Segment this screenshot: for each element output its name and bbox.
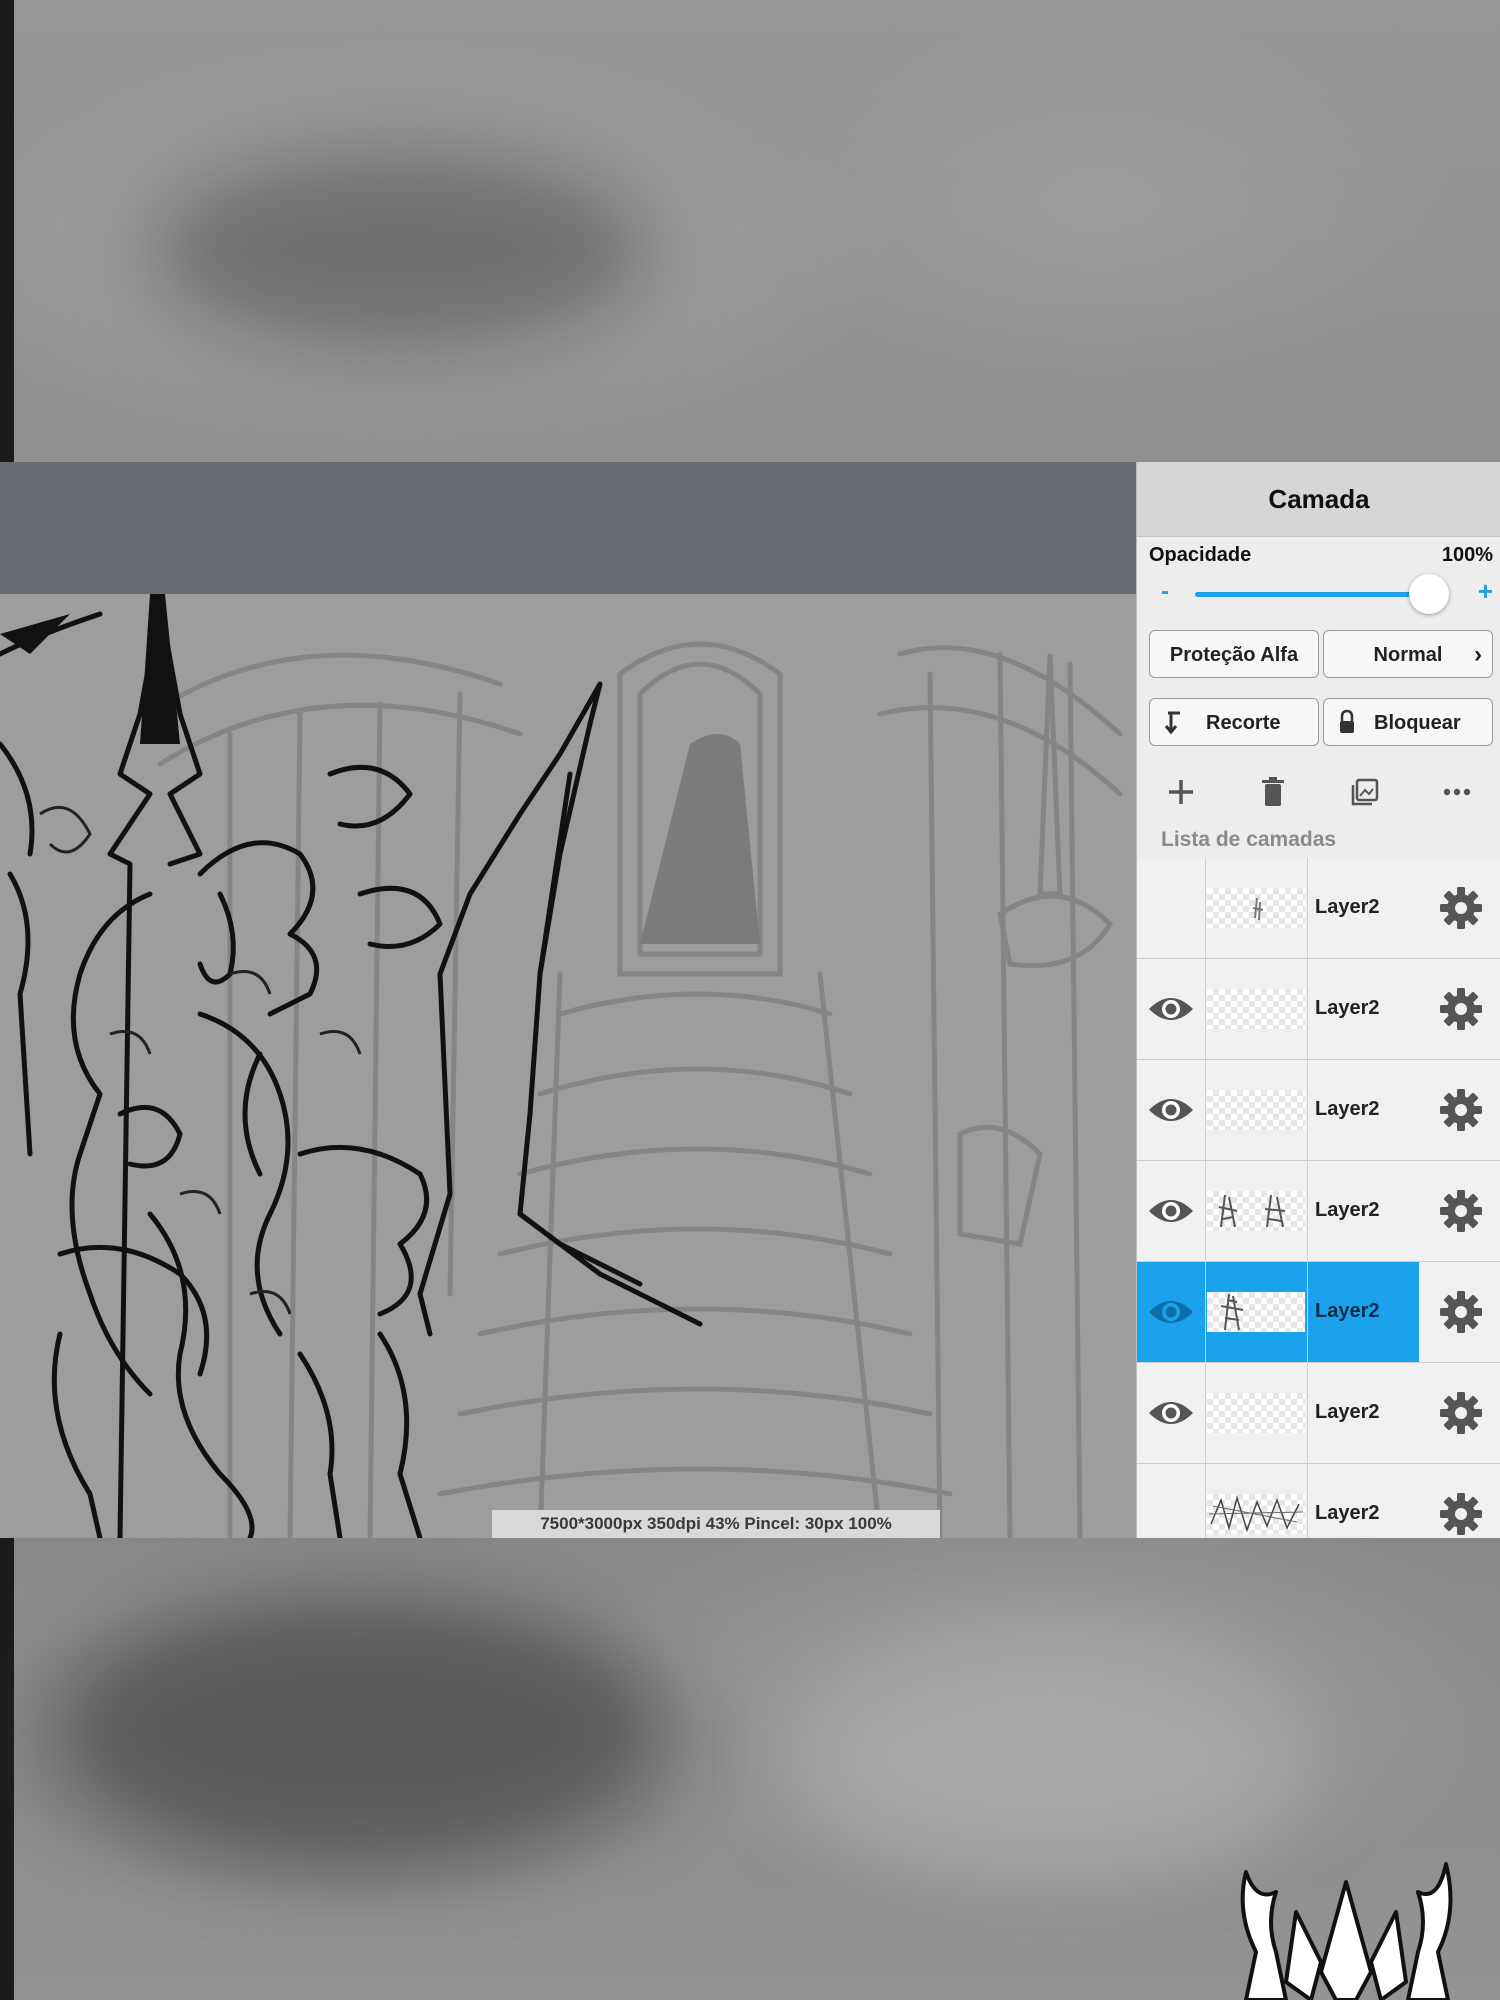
layer-thumbnail [1207,1292,1305,1332]
lock-label: Bloquear [1374,712,1461,734]
gear-icon[interactable] [1439,1088,1483,1132]
opacity-row: Opacidade 100% [1149,544,1493,570]
watermark-logo [1240,1862,1453,2000]
gear-icon[interactable] [1439,987,1483,1031]
gear-icon[interactable] [1439,1391,1483,1435]
layer-name: Layer2 [1315,997,1380,1019]
layer-row[interactable]: Layer2 [1137,1464,1500,1538]
layer-row[interactable]: Layer2 [1137,959,1500,1060]
layer-thumbnail-cell [1205,1161,1308,1261]
alpha-protect-button[interactable]: Proteção Alfa [1149,630,1319,678]
visibility-toggle[interactable] [1137,1464,1206,1538]
opacity-label: Opacidade [1149,544,1252,566]
opacity-decrease-button[interactable]: - [1161,578,1169,606]
blend-mode-button[interactable]: Normal › [1323,630,1493,678]
blur-blob [150,150,650,350]
lock-icon [1338,699,1356,765]
layer-list-title: Lista de camadas [1161,828,1337,851]
layer-thumbnail-cell [1205,1363,1308,1463]
layer-name: Layer2 [1315,1300,1380,1322]
clipping-label: Recorte [1206,712,1281,734]
gear-icon[interactable] [1439,886,1483,930]
blur-blob [60,1600,660,1860]
canvas-top-bar [0,462,1136,594]
visibility-toggle[interactable] [1137,959,1206,1059]
eye-icon [1147,993,1195,1030]
layer-toolbar [1137,762,1500,822]
layer-thumbnail-cell [1205,1262,1308,1362]
layer-thumbnail [1207,989,1305,1029]
opacity-increase-button[interactable]: + [1478,576,1493,607]
layer-name: Layer2 [1315,1199,1380,1221]
eye-icon [1147,1296,1195,1333]
eye-icon [1147,1094,1195,1131]
more-dots-icon[interactable] [1437,772,1477,812]
layer-row[interactable]: Layer2 [1137,1363,1500,1464]
drawing-canvas-area[interactable]: 7500*3000px 350dpi 43% Pincel: 30px 100% [0,462,1136,1538]
blur-blob [800,1650,1300,1870]
layer-name: Layer2 [1315,1502,1380,1524]
canvas-status-bar: 7500*3000px 350dpi 43% Pincel: 30px 100% [492,1510,940,1538]
layer-thumbnail-cell [1205,1060,1308,1160]
layer-thumbnail-cell [1205,959,1308,1059]
layer-row[interactable]: Layer2 [1137,858,1500,959]
plus-icon[interactable] [1161,772,1201,812]
layer-row-selected[interactable]: Layer2 [1137,1262,1500,1363]
visibility-toggle[interactable] [1137,858,1206,958]
blend-mode-label: Normal [1373,644,1443,666]
chevron-right-icon: › [1474,641,1482,668]
image-layer-icon[interactable] [1345,772,1385,812]
opacity-slider-knob[interactable] [1409,574,1449,614]
layer-thumbnail-cell [1205,1464,1308,1538]
layer-panel: Camada Opacidade 100% - + Proteção Alfa … [1136,462,1500,1538]
layer-name: Layer2 [1315,1401,1380,1423]
visibility-toggle[interactable] [1137,1363,1206,1463]
lock-button[interactable]: Bloquear [1323,698,1493,746]
clip-arrow-icon [1164,699,1184,765]
opacity-value: 100% [1441,544,1493,566]
clipping-button[interactable]: Recorte [1149,698,1319,746]
visibility-toggle[interactable] [1137,1262,1206,1362]
layer-thumbnail [1207,1393,1305,1433]
layer-name: Layer2 [1315,896,1380,918]
eye-icon [1147,1195,1195,1232]
gear-icon[interactable] [1439,1290,1483,1334]
panel-title: Camada [1137,462,1500,537]
layer-thumbnail [1207,1191,1305,1231]
visibility-toggle[interactable] [1137,1161,1206,1261]
opacity-slider[interactable]: - + [1149,574,1493,614]
layer-thumbnail-cell [1205,858,1308,958]
layer-thumbnail [1207,1090,1305,1130]
trash-icon[interactable] [1253,772,1293,812]
eye-icon [1147,1397,1195,1434]
layer-row[interactable]: Layer2 [1137,1060,1500,1161]
visibility-toggle[interactable] [1137,1060,1206,1160]
layer-thumbnail [1207,1494,1305,1534]
layer-thumbnail [1207,888,1305,928]
gear-icon[interactable] [1439,1492,1483,1536]
layer-name: Layer2 [1315,1098,1380,1120]
app-screenshot: 7500*3000px 350dpi 43% Pincel: 30px 100%… [0,462,1500,1538]
gear-icon[interactable] [1439,1189,1483,1233]
artwork-sketch[interactable] [0,594,1136,1538]
layer-row[interactable]: Layer2 [1137,1161,1500,1262]
